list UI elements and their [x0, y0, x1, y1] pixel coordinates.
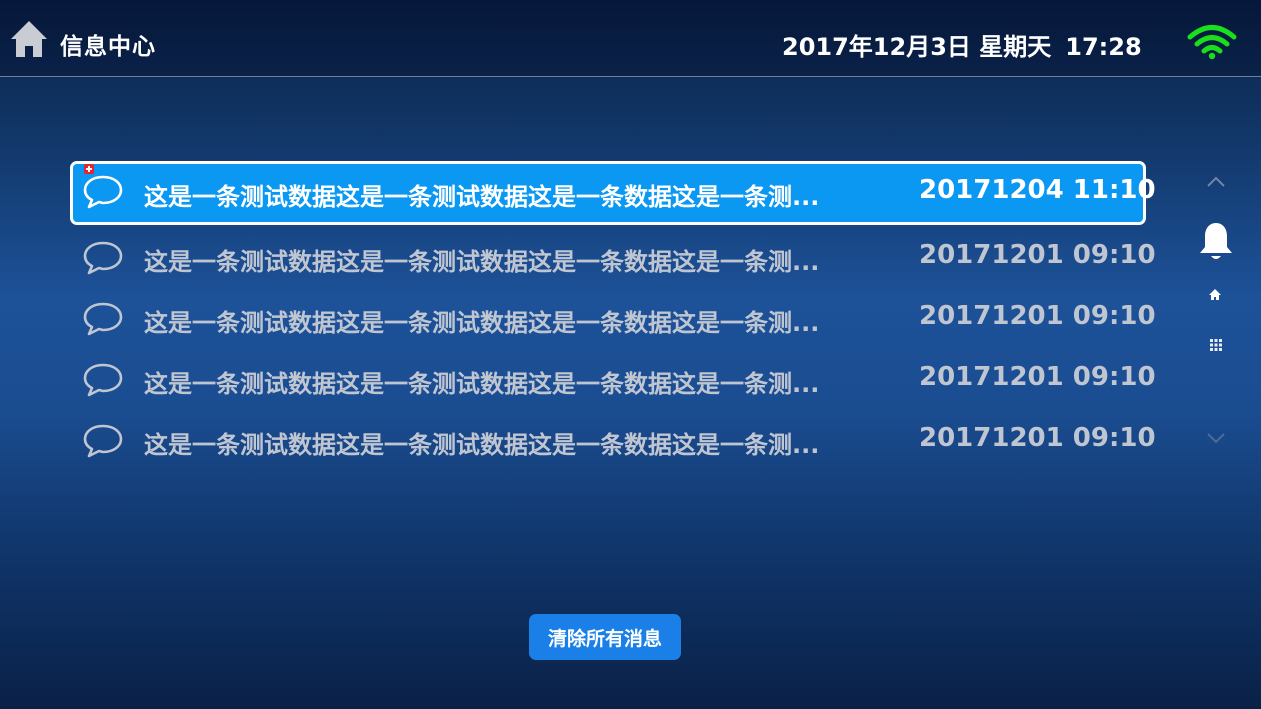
message-row[interactable]: 这是一条测试数据这是一条测试数据这是一条数据这是一条测... 20171201 … — [70, 286, 1156, 347]
top-bar: 信息中心 2017年12月3日 星期天 17:28 — [0, 0, 1261, 77]
bell-icon[interactable] — [1198, 220, 1234, 264]
page-title: 信息中心 — [60, 34, 156, 60]
speech-bubble-icon — [83, 241, 123, 275]
message-text: 这是一条测试数据这是一条测试数据这是一条数据这是一条测... — [144, 370, 820, 398]
speech-bubble-icon — [83, 424, 123, 458]
message-time: 20171201 09:10 — [919, 423, 1156, 453]
message-time: 20171201 09:10 — [919, 240, 1156, 270]
speech-bubble-icon — [83, 175, 123, 209]
message-time: 20171204 11:10 — [919, 175, 1156, 205]
home-icon[interactable] — [1208, 288, 1222, 301]
speech-bubble-icon — [83, 302, 123, 336]
wifi-icon — [1187, 25, 1237, 60]
message-time: 20171201 09:10 — [919, 301, 1156, 331]
message-row[interactable]: 这是一条测试数据这是一条测试数据这是一条数据这是一条测... 20171201 … — [70, 408, 1156, 469]
home-icon[interactable] — [10, 19, 48, 59]
datetime: 2017年12月3日 星期天 17:28 — [782, 27, 1142, 62]
clear-all-button[interactable]: 清除所有消息 — [529, 614, 681, 660]
chevron-up-icon[interactable] — [1206, 176, 1226, 188]
date-text: 2017年12月3日 星期天 — [782, 33, 1052, 61]
message-row[interactable]: 这是一条测试数据这是一条测试数据这是一条数据这是一条测... 20171201 … — [70, 347, 1156, 408]
side-nav — [1190, 160, 1242, 460]
message-row[interactable]: 这是一条测试数据这是一条测试数据这是一条数据这是一条测... 20171201 … — [70, 225, 1156, 286]
chevron-down-icon[interactable] — [1206, 432, 1226, 444]
message-list: 这是一条测试数据这是一条测试数据这是一条数据这是一条测... 20171204 … — [70, 161, 1156, 469]
message-row[interactable]: 这是一条测试数据这是一条测试数据这是一条数据这是一条测... 20171204 … — [70, 161, 1156, 225]
message-text: 这是一条测试数据这是一条测试数据这是一条数据这是一条测... — [144, 248, 820, 276]
speech-bubble-icon — [83, 363, 123, 397]
grid-icon[interactable] — [1209, 338, 1223, 352]
message-text: 这是一条测试数据这是一条测试数据这是一条数据这是一条测... — [144, 309, 820, 337]
new-badge-icon — [84, 164, 94, 174]
message-text: 这是一条测试数据这是一条测试数据这是一条数据这是一条测... — [144, 183, 820, 211]
time-text: 17:28 — [1065, 33, 1142, 61]
message-time: 20171201 09:10 — [919, 362, 1156, 392]
message-text: 这是一条测试数据这是一条测试数据这是一条数据这是一条测... — [144, 431, 820, 459]
